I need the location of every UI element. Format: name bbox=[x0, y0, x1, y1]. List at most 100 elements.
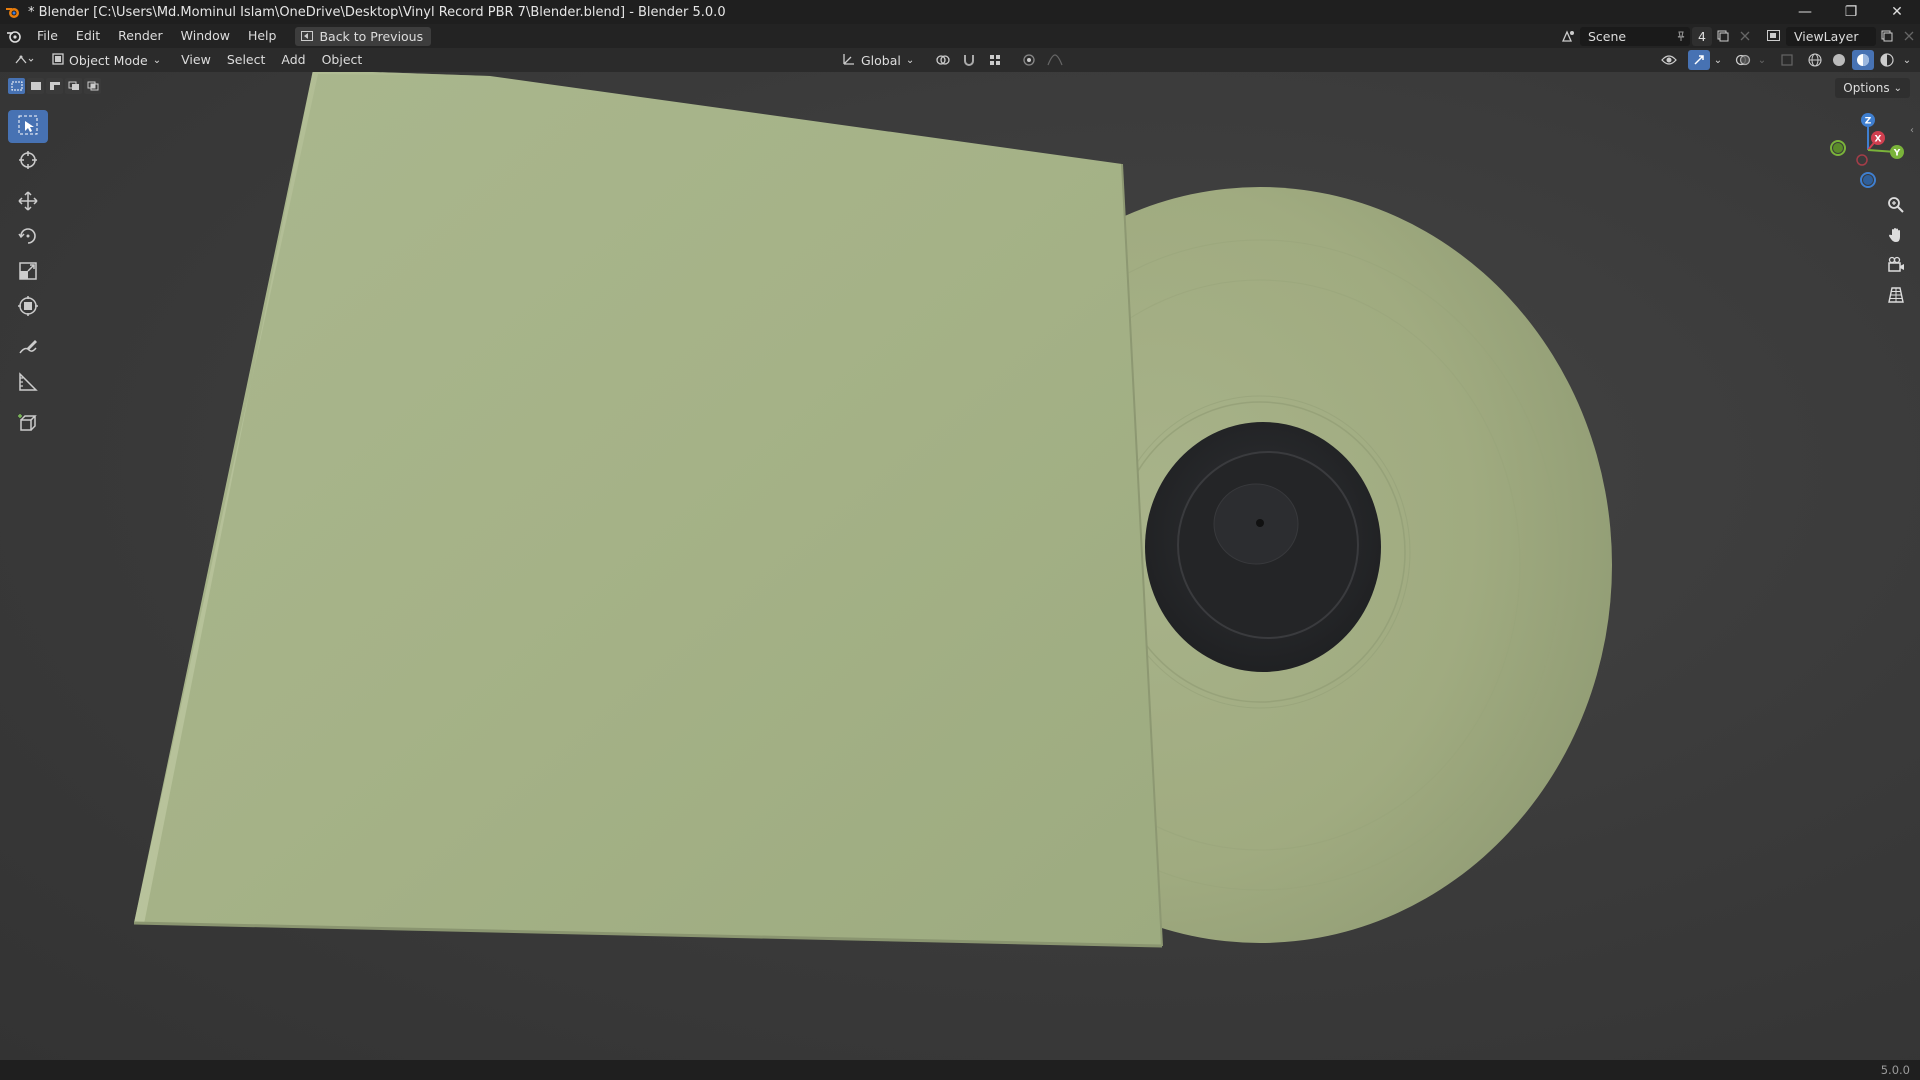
back-screen-icon bbox=[301, 29, 314, 44]
scene-name-field[interactable]: Scene bbox=[1580, 26, 1690, 46]
window-title: * Blender [C:\Users\Md.Mominul Islam\One… bbox=[28, 4, 726, 20]
snap-toggle-icon[interactable] bbox=[958, 50, 980, 70]
chevron-down-icon: ⌄ bbox=[905, 54, 915, 66]
tool-select-box[interactable] bbox=[8, 110, 48, 143]
transform-orientation-dropdown[interactable]: Global ⌄ bbox=[836, 50, 920, 70]
gizmo-toggle-icon[interactable] bbox=[1688, 50, 1710, 70]
mode-label: Object Mode bbox=[69, 52, 148, 68]
scale-icon bbox=[17, 260, 39, 286]
blender-version: 5.0.0 bbox=[1880, 1063, 1910, 1077]
view-layer-field[interactable]: ViewLayer bbox=[1786, 26, 1876, 46]
orientation-axes-icon bbox=[842, 52, 856, 69]
viewport-display-controls: ⌄ ⌄ ⌄ bbox=[1658, 48, 1920, 72]
rotate-icon bbox=[17, 225, 39, 251]
tool-cursor[interactable] bbox=[8, 145, 48, 178]
options-dropdown[interactable]: Options ⌄ bbox=[1835, 78, 1910, 98]
proportional-editing-icon[interactable] bbox=[1018, 50, 1040, 70]
pan-view-hand-icon[interactable] bbox=[1883, 222, 1909, 248]
pin-icon[interactable] bbox=[1676, 29, 1686, 44]
shading-solid-icon[interactable] bbox=[1828, 50, 1850, 70]
transform-settings: Global ⌄ bbox=[836, 48, 1066, 72]
transform-icon bbox=[17, 295, 39, 321]
tool-transform[interactable] bbox=[8, 291, 48, 324]
restore-button[interactable]: ❐ bbox=[1828, 0, 1874, 24]
menu-edit[interactable]: Edit bbox=[67, 24, 109, 48]
sidebar-toggle-chevron-icon[interactable]: ‹ bbox=[1910, 125, 1914, 136]
menu-render[interactable]: Render bbox=[109, 24, 172, 48]
new-view-layer-icon[interactable] bbox=[1876, 26, 1898, 46]
scene-icon[interactable] bbox=[1558, 26, 1580, 46]
header-menu-view[interactable]: View bbox=[173, 48, 219, 72]
3d-viewport[interactable] bbox=[0, 70, 1920, 1060]
tool-shelf bbox=[8, 110, 48, 443]
measure-ruler-icon bbox=[17, 371, 39, 397]
tool-annotate[interactable] bbox=[8, 332, 48, 365]
menu-file[interactable]: File bbox=[28, 24, 67, 48]
move-icon bbox=[17, 190, 39, 216]
orientation-label: Global bbox=[861, 52, 901, 68]
select-mode-extend-icon[interactable] bbox=[27, 78, 44, 94]
chevron-down-icon: ⌄ bbox=[1893, 82, 1902, 94]
gizmo-dropdown-icon[interactable]: ⌄ bbox=[1712, 50, 1724, 70]
menu-window[interactable]: Window bbox=[172, 24, 239, 48]
back-to-previous-button[interactable]: Back to Previous bbox=[295, 26, 432, 46]
snap-increment-icon[interactable] bbox=[984, 50, 1006, 70]
delete-view-layer-icon[interactable] bbox=[1898, 26, 1920, 46]
overlays-dropdown-icon[interactable]: ⌄ bbox=[1756, 50, 1768, 70]
navigation-gizmo[interactable]: Z X Y bbox=[1820, 108, 1910, 190]
svg-text:Z: Z bbox=[1865, 117, 1872, 127]
scene-users-count: 4 bbox=[1692, 26, 1712, 46]
select-mode-new-icon[interactable] bbox=[8, 78, 25, 94]
view-layer-icon[interactable] bbox=[1764, 26, 1786, 46]
header-menu-object[interactable]: Object bbox=[314, 48, 371, 72]
blender-menu-icon[interactable] bbox=[0, 29, 28, 43]
zoom-view-icon[interactable] bbox=[1883, 192, 1909, 218]
tool-move[interactable] bbox=[8, 186, 48, 219]
camera-view-icon[interactable] bbox=[1883, 252, 1909, 278]
xray-toggle-icon[interactable] bbox=[1776, 50, 1798, 70]
tool-measure[interactable] bbox=[8, 367, 48, 400]
shading-dropdown-icon[interactable]: ⌄ bbox=[1900, 50, 1914, 70]
status-bar: 5.0.0 bbox=[0, 1060, 1920, 1080]
selection-mode-group bbox=[8, 78, 101, 94]
scene-selector-group: Scene 4 ViewLayer bbox=[1558, 24, 1920, 48]
overlays-toggle-icon[interactable] bbox=[1732, 50, 1754, 70]
svg-text:X: X bbox=[1875, 135, 1882, 145]
pivot-point-icon[interactable] bbox=[932, 50, 954, 70]
selectability-visibility-icon[interactable] bbox=[1658, 50, 1680, 70]
new-scene-icon[interactable] bbox=[1712, 26, 1734, 46]
object-mode-icon bbox=[52, 52, 64, 68]
svg-text:Y: Y bbox=[1893, 149, 1901, 159]
menu-help[interactable]: Help bbox=[239, 24, 286, 48]
tool-add-cube[interactable] bbox=[8, 408, 48, 441]
header-menu-select[interactable]: Select bbox=[219, 48, 274, 72]
chevron-down-icon: ⌄ bbox=[152, 54, 162, 66]
blender-logo-icon bbox=[4, 3, 22, 21]
view-layer-name: ViewLayer bbox=[1794, 28, 1859, 44]
select-mode-subtract-icon[interactable] bbox=[46, 78, 63, 94]
options-label: Options bbox=[1843, 81, 1890, 95]
record-sleeve[interactable] bbox=[133, 70, 1163, 948]
header-menu-add[interactable]: Add bbox=[273, 48, 313, 72]
shading-wireframe-icon[interactable] bbox=[1804, 50, 1826, 70]
tool-rotate[interactable] bbox=[8, 221, 48, 254]
minimize-button[interactable]: — bbox=[1782, 0, 1828, 24]
tool-scale[interactable] bbox=[8, 256, 48, 289]
select-box-icon bbox=[17, 114, 39, 140]
shading-rendered-icon[interactable] bbox=[1876, 50, 1898, 70]
perspective-ortho-toggle-icon[interactable] bbox=[1883, 282, 1909, 308]
cursor-icon bbox=[17, 149, 39, 175]
mode-dropdown[interactable]: Object Mode ⌄ bbox=[46, 50, 167, 70]
falloff-curve-icon[interactable] bbox=[1044, 50, 1066, 70]
scene-name: Scene bbox=[1588, 28, 1627, 44]
close-button[interactable]: ✕ bbox=[1874, 0, 1920, 24]
shading-material-preview-icon[interactable] bbox=[1852, 50, 1874, 70]
top-menubar: File Edit Render Window Help Back to Pre… bbox=[0, 24, 1920, 48]
editor-type-icon[interactable] bbox=[10, 50, 38, 70]
viewport-scene bbox=[133, 70, 1612, 948]
select-mode-difference-icon[interactable] bbox=[65, 78, 82, 94]
add-cube-icon bbox=[17, 412, 39, 438]
delete-scene-icon[interactable] bbox=[1734, 26, 1756, 46]
annotate-pencil-icon bbox=[17, 336, 39, 362]
select-mode-intersect-icon[interactable] bbox=[84, 78, 101, 94]
